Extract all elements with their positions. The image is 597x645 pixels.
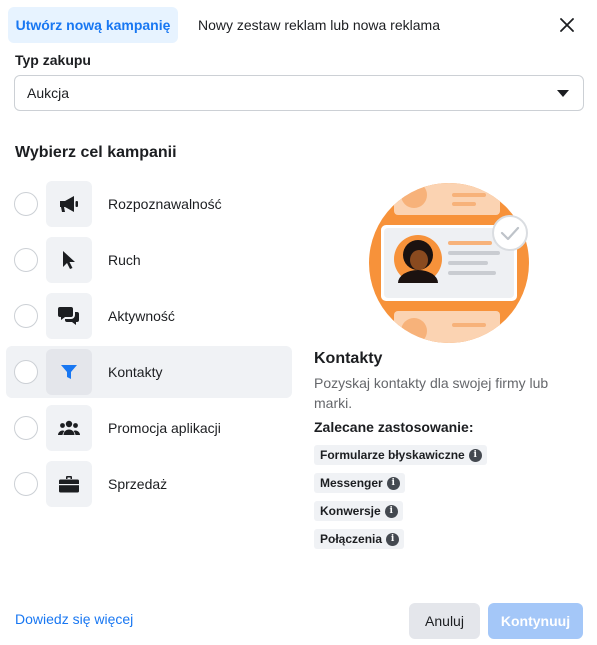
objective-awareness[interactable]: Rozpoznawalność (6, 178, 292, 230)
objective-sales[interactable]: Sprzedaż (6, 458, 292, 510)
funnel-icon (61, 365, 77, 379)
purchase-type-select[interactable]: Aukcja (14, 75, 584, 111)
close-button[interactable] (553, 11, 581, 39)
info-icon[interactable]: i (386, 532, 400, 546)
header-tabs: Utwórz nową kampanię Nowy zestaw reklam … (8, 7, 589, 43)
radio-button[interactable] (14, 472, 38, 496)
objective-traffic[interactable]: Ruch (6, 234, 292, 286)
objective-label: Promocja aplikacji (108, 420, 221, 436)
close-icon (560, 18, 574, 32)
objective-label: Rozpoznawalność (108, 196, 222, 212)
radio-button[interactable] (14, 192, 38, 216)
megaphone-icon (60, 196, 78, 212)
info-icon[interactable]: i (468, 448, 482, 462)
cancel-button[interactable]: Anuluj (409, 603, 480, 639)
objective-label: Kontakty (108, 364, 163, 380)
people-icon (58, 420, 80, 435)
tab-new-ad-set[interactable]: Nowy zestaw reklam lub nowa reklama (198, 7, 440, 43)
leads-illustration (369, 183, 529, 343)
objective-label: Aktywność (108, 308, 175, 324)
radio-button[interactable] (14, 248, 38, 272)
learn-more-link[interactable]: Dowiedz się więcej (15, 611, 133, 627)
objective-section-title: Wybierz cel kampanii (15, 144, 177, 161)
usage-chip: Messenger i (314, 473, 405, 493)
objective-list: Rozpoznawalność Ruch Aktywność Kontakty (6, 178, 292, 514)
usage-chips: Formularze błyskawiczne i Messenger i Konw… (314, 445, 487, 557)
chat-bubbles-icon (58, 307, 79, 325)
usage-chip: Połączenia i (314, 529, 405, 549)
detail-description: Pozyskaj kontakty dla swojej firmy lub m… (314, 375, 549, 411)
info-icon[interactable]: i (384, 504, 398, 518)
caret-down-icon (557, 90, 569, 97)
continue-button[interactable]: Kontynuuj (488, 603, 583, 639)
info-icon[interactable]: i (386, 476, 400, 490)
radio-button[interactable] (14, 304, 38, 328)
cursor-icon (63, 251, 75, 269)
tab-create-campaign[interactable]: Utwórz nową kampanię (8, 7, 178, 43)
objective-leads[interactable]: Kontakty (6, 346, 292, 398)
radio-button[interactable] (14, 360, 38, 384)
objective-engagement[interactable]: Aktywność (6, 290, 292, 342)
objective-label: Ruch (108, 252, 141, 268)
recommended-usage-title: Zalecane zastosowanie: (314, 419, 474, 435)
purchase-type-value: Aukcja (27, 85, 70, 101)
briefcase-icon (59, 476, 79, 493)
usage-chip: Konwersje i (314, 501, 403, 521)
purchase-type-label: Typ zakupu (15, 52, 91, 68)
objective-app-promotion[interactable]: Promocja aplikacji (6, 402, 292, 454)
detail-title: Kontakty (314, 350, 383, 367)
radio-button[interactable] (14, 416, 38, 440)
usage-chip: Formularze błyskawiczne i (314, 445, 487, 465)
objective-label: Sprzedaż (108, 476, 168, 492)
